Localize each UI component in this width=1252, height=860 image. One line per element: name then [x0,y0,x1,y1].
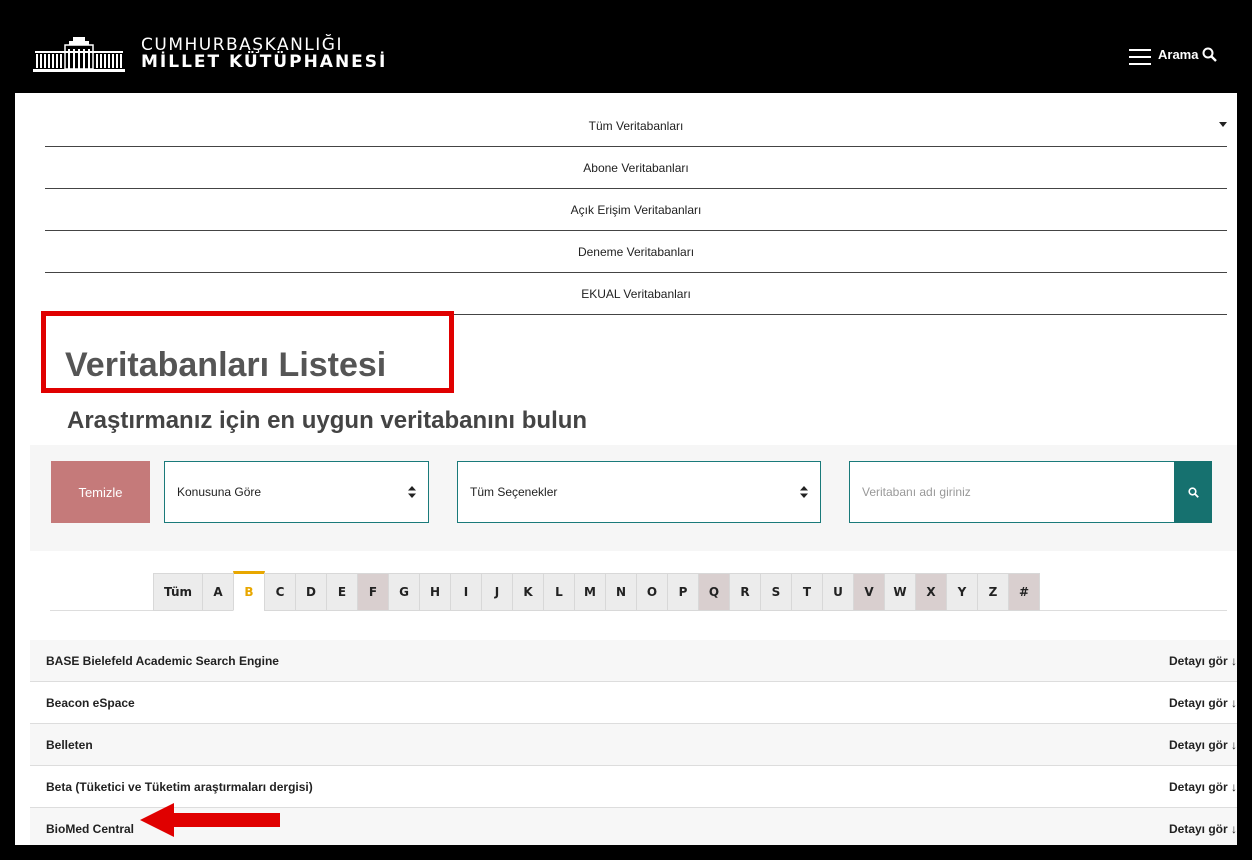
tab-letter[interactable]: # [1008,573,1040,611]
tab-letter[interactable]: I [450,573,482,611]
brand-bottom-text: MİLLET KÜTÜPHANESİ [141,52,388,72]
tab-letter[interactable]: H [419,573,451,611]
alphabet-tabs: Tüm A B C D E F G H I J K L M N O P Q R S T U V W X Y Z # [153,571,1040,611]
database-search-field[interactable] [849,461,1174,523]
site-header: CUMHURBAŞKANLIĞI MİLLET KÜTÜPHANESİ Aram… [15,15,1237,93]
tab-letter[interactable]: X [915,573,947,611]
list-item[interactable]: BASE Bielefeld Academic Search Engine De… [30,640,1237,682]
hamburger-icon[interactable] [1129,49,1151,65]
category-open-access[interactable]: Açık Erişim Veritabanları [45,189,1227,231]
tab-letter[interactable]: Q [698,573,730,611]
category-ekual[interactable]: EKUAL Veritabanları [45,273,1227,315]
sort-arrows-icon [800,486,808,498]
detail-link[interactable]: Detayı gör ↓ [1169,654,1237,668]
tab-letter[interactable]: R [729,573,761,611]
brand-name[interactable]: CUMHURBAŞKANLIĞI MİLLET KÜTÜPHANESİ [141,37,387,71]
list-item[interactable]: Belleten Detayı gör ↓ [30,724,1237,766]
tab-letter[interactable]: W [884,573,916,611]
tab-letter[interactable]: L [543,573,575,611]
category-menu: Tüm Veritabanları Abone Veritabanları Aç… [45,105,1227,315]
filter-bar: Temizle Konusuna Göre Tüm Seçenekler [30,445,1237,551]
category-label: Deneme Veritabanları [577,245,695,259]
detail-link[interactable]: Detayı gör ↓ [1169,696,1237,710]
tab-letter[interactable]: A [202,573,234,611]
tab-letter[interactable]: M [574,573,606,611]
detail-link[interactable]: Detayı gör ↓ [1169,822,1237,836]
tab-letter[interactable]: G [388,573,420,611]
page-subtitle: Araştırmanız için en uygun veritabanını … [67,407,588,434]
header-search-label: Arama [1158,47,1199,62]
clear-button[interactable]: Temizle [51,461,150,523]
subject-select[interactable]: Konusuna Göre [164,461,429,523]
database-name[interactable]: BASE Bielefeld Academic Search Engine [46,654,279,668]
tab-letter[interactable]: J [481,573,513,611]
red-arrow-annotation [140,803,280,837]
category-label: Tüm Veritabanları [588,119,684,133]
category-all[interactable]: Tüm Veritabanları [45,105,1227,147]
tab-all[interactable]: Tüm [153,573,203,611]
database-name[interactable]: BioMed Central [46,822,134,836]
tab-letter[interactable]: S [760,573,792,611]
category-trial[interactable]: Deneme Veritabanları [45,231,1227,273]
tab-letter[interactable]: B [233,571,265,611]
alphabet-filter: Tüm A B C D E F G H I J K L M N O P Q R S T U V W X Y Z # [50,551,1227,611]
detail-link[interactable]: Detayı gör ↓ [1169,780,1237,794]
tab-letter[interactable]: U [822,573,854,611]
tab-letter[interactable]: N [605,573,637,611]
page-title: Veritabanları Listesi [65,346,387,384]
tab-letter[interactable]: C [264,573,296,611]
database-name[interactable]: Belleten [46,738,93,752]
browser-frame: CUMHURBAŞKANLIĞI MİLLET KÜTÜPHANESİ Aram… [15,15,1237,845]
tab-letter[interactable]: Y [946,573,978,611]
tab-letter[interactable]: P [667,573,699,611]
database-search-input[interactable] [850,462,1174,522]
tab-letter[interactable]: D [295,573,327,611]
detail-link[interactable]: Detayı gör ↓ [1169,738,1237,752]
subject-select-value: Konusuna Göre [177,485,262,499]
list-item[interactable]: Beta (Tüketici ve Tüketim araştırmaları … [30,766,1237,808]
tab-letter[interactable]: E [326,573,358,611]
category-label: Açık Erişim Veritabanları [570,203,702,217]
tab-letter[interactable]: T [791,573,823,611]
list-item[interactable]: Beacon eSpace Detayı gör ↓ [30,682,1237,724]
tab-letter[interactable]: K [512,573,544,611]
category-label: EKUAL Veritabanları [581,287,691,301]
search-icon [1187,486,1199,498]
tab-letter[interactable]: V [853,573,885,611]
tab-letter[interactable]: F [357,573,389,611]
search-button[interactable] [1174,461,1212,523]
library-logo-icon[interactable] [33,37,125,73]
database-name[interactable]: Beacon eSpace [46,696,135,710]
tab-letter[interactable]: O [636,573,668,611]
sort-arrows-icon [408,486,416,498]
search-icon [1202,47,1218,62]
caret-down-icon [1219,122,1227,127]
options-select[interactable]: Tüm Seçenekler [457,461,821,523]
options-select-value: Tüm Seçenekler [470,485,558,499]
tab-letter[interactable]: Z [977,573,1009,611]
category-label: Abone Veritabanları [583,161,689,175]
header-search-link[interactable]: Arama [1158,47,1218,62]
database-name[interactable]: Beta (Tüketici ve Tüketim araştırmaları … [46,780,313,794]
category-subscribed[interactable]: Abone Veritabanları [45,147,1227,189]
